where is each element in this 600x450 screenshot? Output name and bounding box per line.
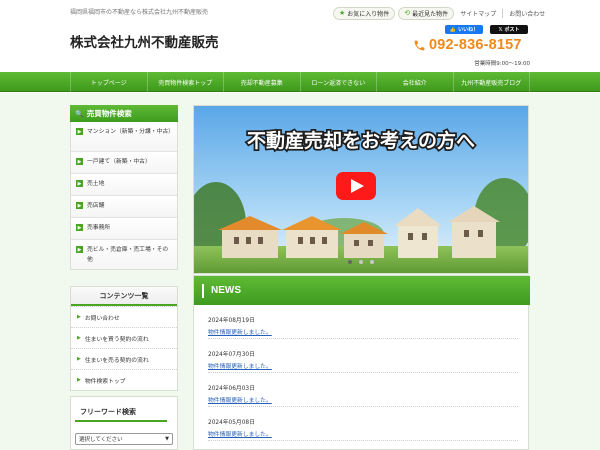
- contents-item-contact[interactable]: ▶ お問い合わせ: [71, 306, 177, 327]
- news-link[interactable]: 物件情報更新しました。: [208, 327, 518, 336]
- property-search-header: 🔍 売買物件検索: [70, 105, 178, 122]
- site-tagline: 福岡県福岡市の不動産なら株式会社九州不動産販売: [70, 9, 209, 16]
- arrow-right-icon: ▶: [76, 180, 83, 187]
- arrow-right-icon: ▶: [77, 356, 81, 362]
- news-item: 2024年06月03日 物件情報更新しました。: [208, 383, 518, 407]
- freeword-select[interactable]: 選択してください ▼: [75, 433, 173, 445]
- sidebar-item-store[interactable]: ▶ 売店舗: [71, 195, 177, 217]
- sidebar-item-label: 一戸建て（新築・中古）: [87, 159, 151, 165]
- property-search-menu: 🔍 売買物件検索 ▶ マンション（新築・分譲・中古） ▶ 一戸建て（新築・中古）…: [70, 105, 178, 270]
- star-icon: ★: [339, 9, 346, 17]
- x-post-label: ポスト: [504, 27, 520, 33]
- freeword-select-value: 選択してください: [79, 437, 123, 443]
- news-date: 2024年05月08日: [208, 420, 255, 426]
- nav-item-loan[interactable]: ローン返済できない: [299, 72, 377, 92]
- site-header: 福岡県福岡市の不動産なら株式会社九州不動産販売 株式会社九州不動産販売 ★ お気…: [0, 0, 600, 72]
- news-date: 2024年08月19日: [208, 318, 255, 324]
- contents-item-label: 住まいを買う契約の流れ: [84, 336, 149, 343]
- news-section: NEWS 2024年08月19日 物件情報更新しました。 2024年07月30日…: [193, 275, 530, 450]
- slider-dot-2[interactable]: [359, 260, 363, 264]
- phone-number: 092-836-8157: [429, 37, 522, 53]
- news-item: 2024年05月08日 物件情報更新しました。: [208, 417, 518, 441]
- business-hours: 営業時間9:00～19:00: [474, 61, 530, 67]
- slider-pagination: [193, 260, 529, 264]
- thumbs-up-icon: 👍: [449, 26, 457, 33]
- phone-icon: [414, 40, 425, 50]
- contents-list-box: コンテンツ一覧 ▶ お問い合わせ ▶ 住まいを買う契約の流れ ▶ 住まいを売る契…: [70, 286, 178, 391]
- sidebar-item-land[interactable]: ▶ 売土地: [71, 173, 177, 195]
- company-logo-text[interactable]: 株式会社九州不動産販売: [70, 31, 219, 51]
- sidebar-item-office[interactable]: ▶ 売事務所: [71, 217, 177, 239]
- contents-item-label: お問い合わせ: [84, 315, 120, 322]
- contents-item-buy-flow[interactable]: ▶ 住まいを買う契約の流れ: [71, 327, 177, 348]
- sidebar-item-label: 売店舗: [87, 203, 105, 209]
- contents-item-label: 物件検索トップ: [84, 378, 126, 385]
- property-search-title: 売買物件検索: [86, 109, 132, 118]
- phone-number-block[interactable]: 092-836-8157: [413, 37, 522, 53]
- hero-banner-text: 不動産売却をお考えの方へ: [247, 129, 475, 152]
- arrow-right-icon: ▶: [76, 246, 83, 253]
- arrow-right-icon: ▶: [76, 202, 83, 209]
- sidebar-item-building-other[interactable]: ▶ 売ビル・売倉庫・売工場・その他: [71, 239, 177, 269]
- news-header-bar: [202, 283, 204, 298]
- contents-item-search-top[interactable]: ▶ 物件検索トップ: [71, 369, 177, 390]
- arrow-right-icon: ▶: [77, 314, 81, 320]
- arrow-right-icon: ▶: [76, 128, 83, 135]
- hero-slider[interactable]: 不動産売却をお考えの方へ: [186, 105, 534, 274]
- chevron-down-icon: ▼: [165, 436, 169, 442]
- arrow-right-icon: ▶: [76, 224, 83, 231]
- news-date: 2024年06月03日: [208, 386, 255, 392]
- news-header: NEWS: [194, 276, 530, 305]
- sidebar-item-label: マンション（新築・分譲・中古）: [87, 129, 174, 135]
- news-title: NEWS: [211, 285, 241, 296]
- news-item: 2024年07月30日 物件情報更新しました。: [208, 349, 518, 373]
- news-date: 2024年07月30日: [208, 352, 255, 358]
- freeword-search-title: フリーワード検索: [75, 407, 167, 422]
- header-links: ★ お気に入り物件 ⟲ 最近見た物件 サイトマップ お問い合わせ: [333, 6, 548, 20]
- freeword-search-box: フリーワード検索 選択してください ▼: [70, 396, 178, 450]
- news-item: 2024年08月19日 物件情報更新しました。: [208, 315, 518, 339]
- contact-link[interactable]: お問い合わせ: [506, 9, 548, 18]
- sidebar-item-detached-house[interactable]: ▶ 一戸建て（新築・中古）: [71, 151, 177, 173]
- nav-item-property-search[interactable]: 売買物件検索トップ: [146, 72, 224, 92]
- slider-dot-3[interactable]: [370, 260, 374, 264]
- sitemap-link[interactable]: サイトマップ: [457, 9, 499, 18]
- recent-label: 最近見た物件: [412, 10, 449, 18]
- play-button-icon[interactable]: [336, 172, 376, 200]
- facebook-like-label: いいね！: [458, 27, 479, 33]
- slider-dot-1[interactable]: [348, 260, 352, 264]
- nav-item-blog[interactable]: 九州不動産販売ブログ: [452, 72, 530, 92]
- hero-video-thumbnail[interactable]: 不動産売却をお考えの方へ: [186, 106, 534, 273]
- favorites-button[interactable]: ★ お気に入り物件: [333, 6, 396, 20]
- global-nav: トップページ 売買物件検索トップ 売却不動産募集 ローン返済できない 会社紹介 …: [0, 72, 600, 92]
- news-link[interactable]: 物件情報更新しました。: [208, 361, 518, 370]
- contents-list-title: コンテンツ一覧: [71, 287, 177, 306]
- sidebar-item-mansion[interactable]: ▶ マンション（新築・分譲・中古）: [71, 122, 177, 151]
- arrow-right-icon: ▶: [77, 377, 81, 383]
- search-icon: 🔍: [75, 109, 84, 118]
- arrow-right-icon: ▶: [77, 335, 81, 341]
- nav-item-top[interactable]: トップページ: [70, 72, 147, 92]
- recent-viewed-button[interactable]: ⟲ 最近見た物件: [398, 6, 455, 20]
- property-search-list: ▶ マンション（新築・分譲・中古） ▶ 一戸建て（新築・中古） ▶ 売土地 ▶ …: [70, 122, 178, 270]
- sidebar-item-label: 売土地: [87, 181, 105, 187]
- sidebar-item-label: 売ビル・売倉庫・売工場・その他: [87, 247, 169, 263]
- nav-item-company[interactable]: 会社紹介: [376, 72, 453, 92]
- contents-item-label: 住まいを売る契約の流れ: [84, 357, 149, 364]
- contents-item-sell-flow[interactable]: ▶ 住まいを売る契約の流れ: [71, 348, 177, 369]
- link-divider: [502, 8, 504, 18]
- sidebar-item-label: 売事務所: [87, 225, 111, 231]
- x-post-button[interactable]: 𝕏 ポスト: [490, 25, 528, 34]
- x-logo-icon: 𝕏: [498, 26, 503, 33]
- facebook-like-button[interactable]: 👍 いいね！: [445, 25, 483, 34]
- history-icon: ⟲: [404, 9, 411, 17]
- favorites-label: お気に入り物件: [347, 10, 390, 18]
- nav-item-sale-listing[interactable]: 売却不動産募集: [223, 72, 300, 92]
- news-link[interactable]: 物件情報更新しました。: [208, 429, 518, 438]
- news-link[interactable]: 物件情報更新しました。: [208, 395, 518, 404]
- arrow-right-icon: ▶: [76, 158, 83, 165]
